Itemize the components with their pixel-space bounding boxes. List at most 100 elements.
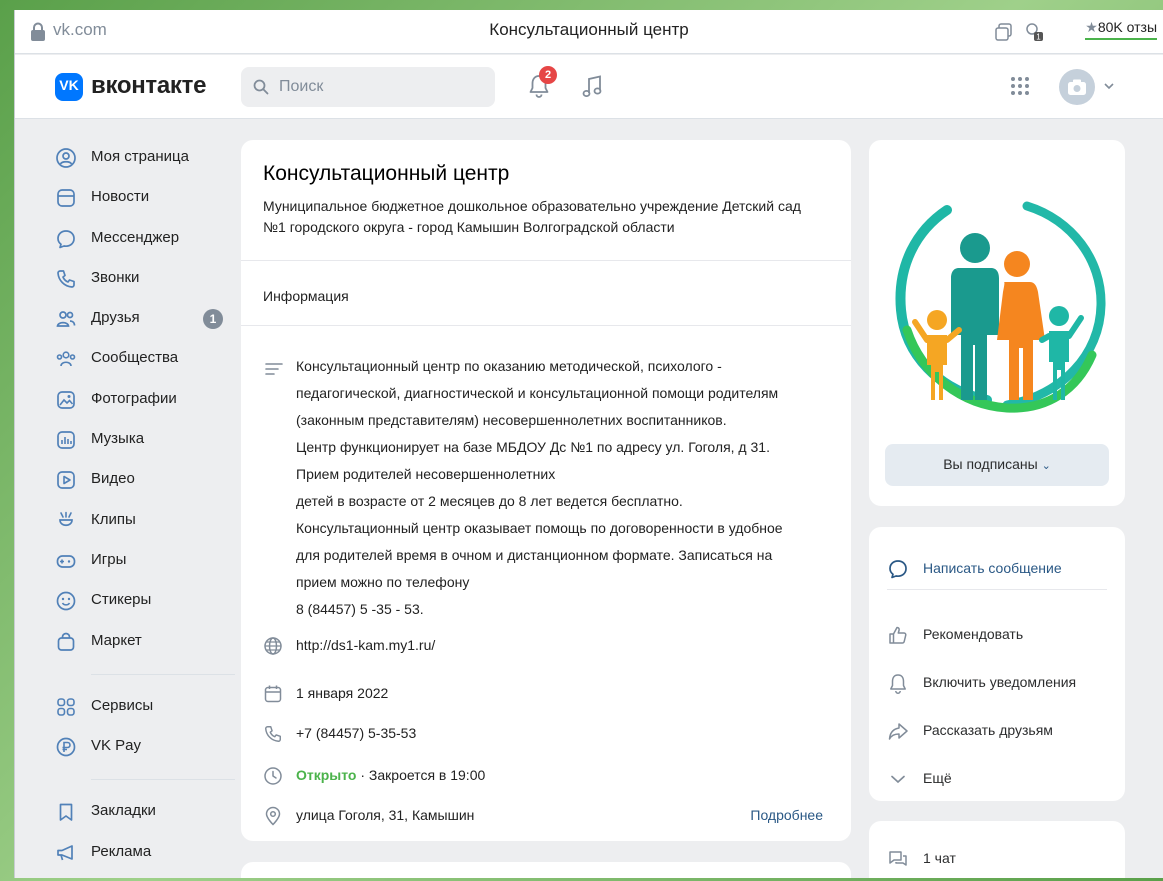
- chat-link[interactable]: 1 чат: [887, 845, 1117, 873]
- notifications-badge: 2: [539, 66, 557, 84]
- sidebar-item-ads[interactable]: Реклама: [45, 833, 245, 873]
- sidebar-item-calls[interactable]: Звонки: [45, 259, 245, 299]
- vk-brand-name[interactable]: вконтакте: [91, 72, 206, 100]
- group-description: Консультационный центр по оказанию метод…: [296, 353, 826, 623]
- info-section-header: Информация: [263, 288, 349, 304]
- description-line: Консультационный центр оказывает помощь …: [296, 520, 783, 536]
- action-label: Рекомендовать: [923, 626, 1024, 642]
- sidebar-item-music[interactable]: Музыка: [45, 420, 245, 460]
- extension-lock-icon[interactable]: 1: [1023, 21, 1045, 43]
- reviews-rating[interactable]: ★80K отзы: [1085, 19, 1157, 40]
- chats-card: 1 чат: [869, 821, 1125, 878]
- message-icon: [57, 229, 75, 248]
- search-input[interactable]: Поиск: [241, 67, 495, 107]
- newsfeed-icon: [57, 189, 75, 208]
- sidebar-item-bookmarks[interactable]: Закладки: [45, 792, 245, 832]
- action-label: Включить уведомления: [923, 674, 1077, 690]
- write-message-button[interactable]: Написать сообщение: [887, 555, 1117, 583]
- sidebar-item-vkpay[interactable]: VK Pay: [45, 727, 245, 767]
- enable-notifications-button[interactable]: Включить уведомления: [887, 669, 1117, 697]
- description-line: педагогической, диагностической и консул…: [296, 385, 779, 401]
- wall-card: [241, 862, 851, 878]
- subscribed-label: Вы подписаны ⌄: [885, 456, 1109, 472]
- more-actions-button[interactable]: Ещё: [887, 765, 1117, 793]
- sidebar-divider: [91, 673, 235, 675]
- sidebar-item-news[interactable]: Новости: [45, 178, 245, 218]
- group-subtitle: Муниципальное бюджетное дошкольное образ…: [263, 198, 801, 235]
- sidebar-item-clips[interactable]: Клипы: [45, 501, 245, 541]
- description-line: 8 (84457) 5 -35 - 53.: [296, 601, 424, 617]
- left-sidebar: Моя страница Новости Мессенджер Звонки Д…: [45, 138, 245, 873]
- website-link[interactable]: http://ds1-kam.my1.ru/: [296, 637, 435, 653]
- browser-window: vk.com Консультационный центр 1 ★80K отз…: [14, 10, 1163, 878]
- sidebar-item-my-page[interactable]: Моя страница: [45, 138, 245, 178]
- subscribed-text: Вы подписаны: [943, 456, 1038, 472]
- description-line: (законным представителям) несовершенноле…: [296, 412, 727, 428]
- address-text[interactable]: улица Гоголя, 31, Камышин: [296, 807, 474, 823]
- sidebar-item-video[interactable]: Видео: [45, 460, 245, 500]
- group-avatar-card: Вы подписаны ⌄: [869, 140, 1125, 506]
- sidebar-item-messenger[interactable]: Мессенджер: [45, 219, 245, 259]
- action-label: Рассказать друзьям: [923, 722, 1053, 738]
- sidebar-item-label: Фотографии: [91, 389, 177, 407]
- lock-icon: [31, 22, 45, 41]
- avatar[interactable]: [1059, 69, 1095, 105]
- thumbs-up-icon: [889, 626, 907, 644]
- sidebar-item-market[interactable]: Маркет: [45, 622, 245, 662]
- recommend-button[interactable]: Рекомендовать: [887, 621, 1117, 649]
- text-lines-icon: [265, 363, 283, 375]
- group-actions-card: Написать сообщение Рекомендовать Включит…: [869, 527, 1125, 801]
- star-icon: ★: [1085, 19, 1098, 35]
- sidebar-item-label: VK Pay: [91, 737, 142, 755]
- description-line: для родителей время в очном и дистанцион…: [296, 547, 773, 563]
- sidebar-item-services[interactable]: Сервисы: [45, 687, 245, 727]
- hours-row: Открыто · Закроется в 19:00: [263, 764, 833, 788]
- apps-grid-icon[interactable]: [1009, 75, 1031, 97]
- user-circle-icon: [56, 148, 76, 168]
- share-friends-button[interactable]: Рассказать друзьям: [887, 717, 1117, 745]
- vk-logo-icon[interactable]: VK: [55, 73, 83, 101]
- chevron-down-icon[interactable]: [1103, 81, 1115, 91]
- sidebar-item-stickers[interactable]: Стикеры: [45, 581, 245, 621]
- chat-bubbles-icon: [889, 851, 907, 866]
- sidebar-item-friends[interactable]: Друзья 1: [45, 299, 245, 339]
- group-info-card: Консультационный центр Муниципальное бюд…: [241, 140, 851, 841]
- chevron-down-icon: ⌄: [1041, 460, 1051, 472]
- sidebar-item-label: Друзья: [91, 309, 140, 327]
- sidebar-item-photos[interactable]: Фотографии: [45, 380, 245, 420]
- bookmark-icon: [59, 804, 73, 822]
- communities-icon: [56, 351, 76, 367]
- vk-header: VK вконтакте Поиск 2: [15, 55, 1163, 119]
- vk-logo-text: VK: [59, 77, 79, 93]
- sidebar-item-games[interactable]: Игры: [45, 541, 245, 581]
- sticker-icon: [56, 591, 76, 611]
- gamepad-icon: [56, 555, 76, 568]
- sidebar-item-communities[interactable]: Сообщества: [45, 339, 245, 379]
- music-note-icon[interactable]: [581, 74, 603, 100]
- svg-text:1: 1: [1036, 33, 1041, 42]
- market-bag-icon: [57, 632, 75, 651]
- music-icon: [57, 431, 75, 449]
- bell-icon: [890, 674, 906, 694]
- sidebar-item-label: Сообщества: [91, 349, 179, 367]
- url-text[interactable]: vk.com: [53, 20, 107, 40]
- clips-icon: [59, 511, 73, 526]
- sidebar-item-label: Новости: [91, 188, 150, 206]
- sidebar-item-label: Клипы: [91, 510, 136, 528]
- sidebar-item-label: Закладки: [91, 802, 156, 820]
- sidebar-item-label: Игры: [91, 550, 127, 568]
- description-line: Прием родителей несовершеннолетних: [296, 466, 556, 482]
- message-icon: [889, 560, 907, 579]
- more-details-link[interactable]: Подробнее: [750, 807, 823, 823]
- sidebar-item-label: Мессенджер: [91, 228, 180, 246]
- date-row: 1 января 2022: [263, 682, 833, 706]
- search-placeholder: Поиск: [279, 78, 324, 95]
- action-label: Ещё: [923, 770, 952, 786]
- hours-status[interactable]: Открыто · Закроется в 19:00: [296, 767, 485, 783]
- sidebar-item-label: Музыка: [91, 430, 145, 448]
- chevron-down-icon: [891, 775, 905, 784]
- copy-tab-icon[interactable]: [993, 21, 1015, 43]
- subscribed-button[interactable]: Вы подписаны ⌄: [885, 444, 1109, 486]
- photos-icon: [57, 390, 75, 409]
- phone-link[interactable]: +7 (84457) 5-35-53: [296, 725, 416, 741]
